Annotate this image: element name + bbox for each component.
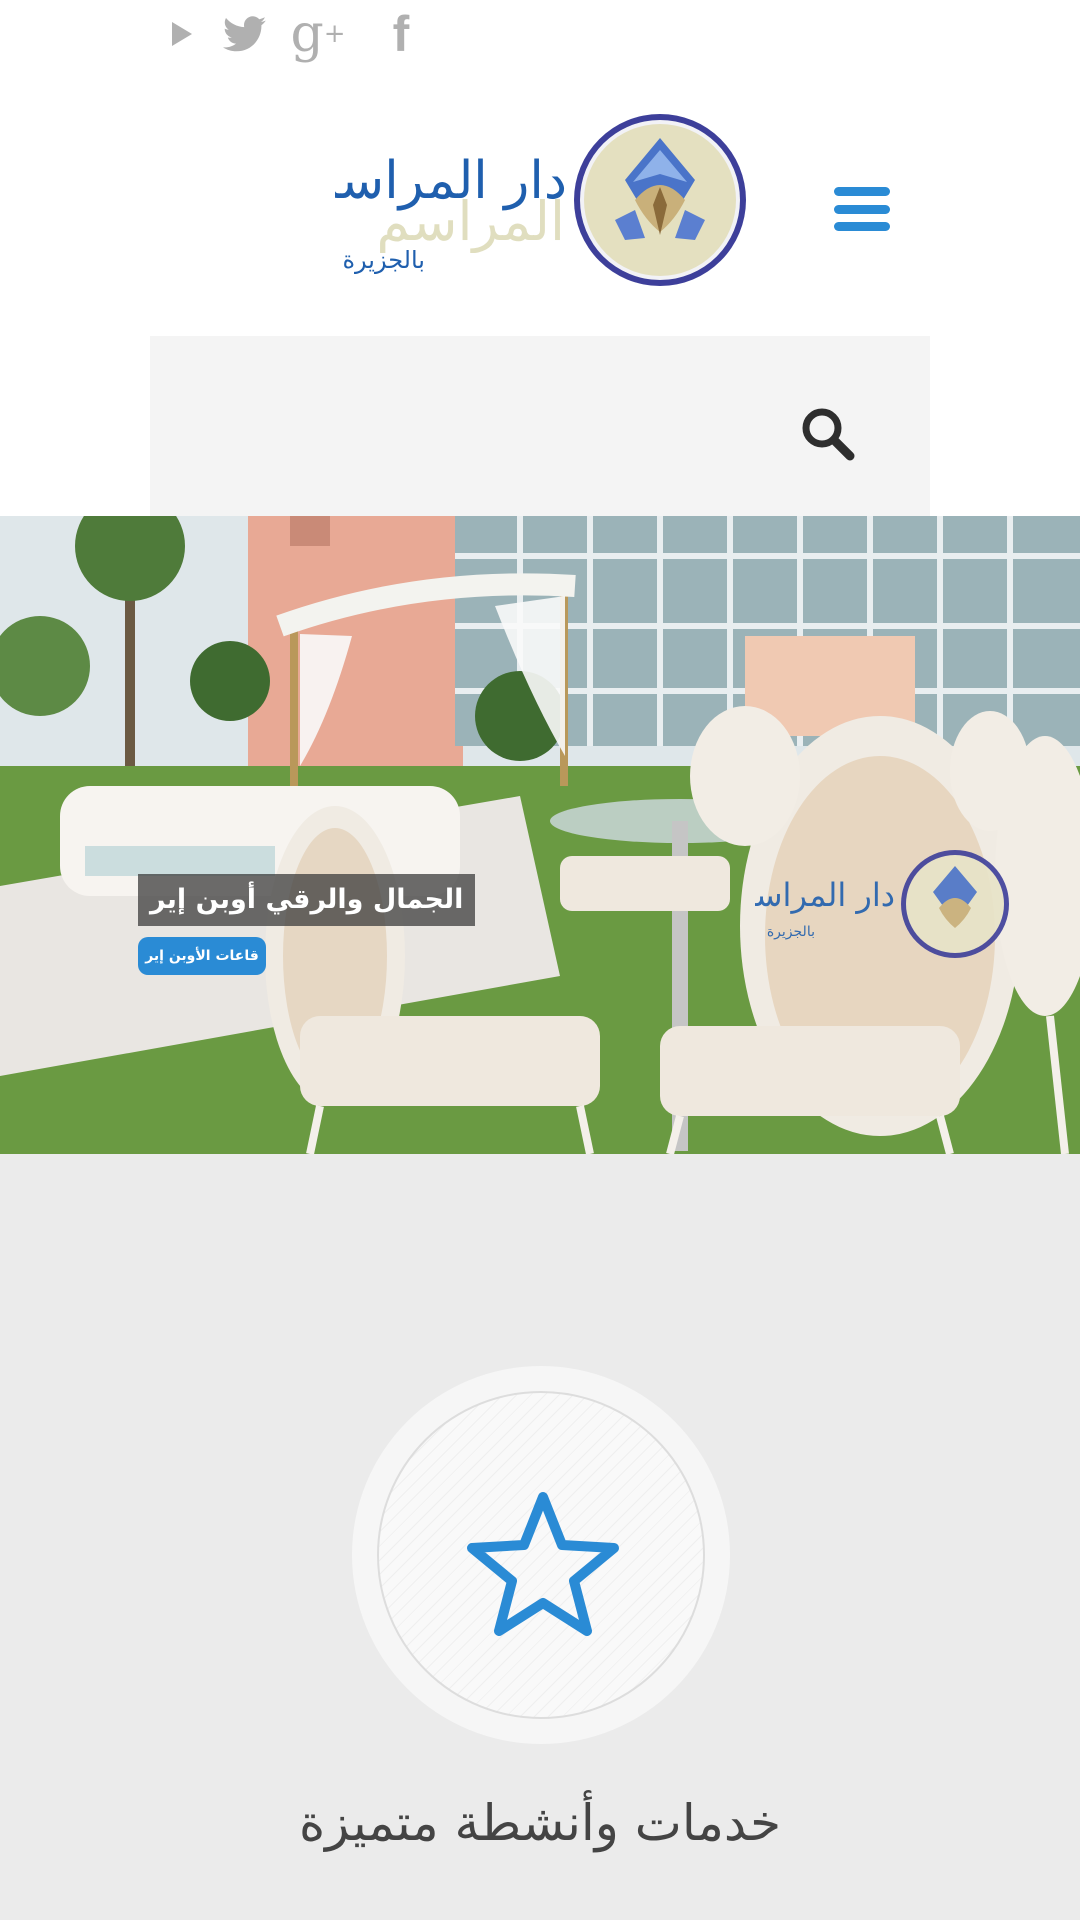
star-icon bbox=[467, 1492, 619, 1636]
site-header: دار المراسم المراسم بالجزيرة bbox=[0, 75, 1080, 335]
svg-text:المراسم: المراسم bbox=[376, 190, 565, 253]
site-logo[interactable]: دار المراسم المراسم بالجزيرة bbox=[306, 110, 747, 290]
facebook-icon[interactable]: f bbox=[384, 6, 418, 62]
menu-bar-3 bbox=[834, 222, 890, 231]
svg-text:بالجزيرة: بالجزيرة bbox=[342, 246, 425, 274]
feature-title: خدمات وأنشطة متميزة bbox=[298, 1794, 782, 1852]
svg-text:دار المراسم: دار المراسم bbox=[755, 876, 895, 914]
hero-image bbox=[0, 516, 1080, 1154]
twitter-icon[interactable] bbox=[222, 8, 268, 60]
google-plus-icon[interactable]: g + bbox=[288, 8, 348, 60]
search-area[interactable] bbox=[150, 336, 930, 516]
youtube-icon[interactable] bbox=[166, 8, 198, 60]
hero-watermark-logo: دار المراسم بالجزيرة bbox=[734, 846, 1015, 964]
hero-slider: دار المراسم بالجزيرة الجمال والرقي أوبن … bbox=[0, 516, 1080, 1154]
feature-icon-circle bbox=[352, 1366, 730, 1744]
menu-bar-2 bbox=[834, 204, 890, 214]
menu-bar-1 bbox=[834, 187, 890, 196]
hero-cta-button[interactable]: قاعات الأوبن إير bbox=[138, 937, 266, 975]
svg-text:بالجزيرة: بالجزيرة bbox=[767, 924, 815, 940]
social-bar: g + f bbox=[0, 0, 1080, 75]
hero-title: الجمال والرقي أوبن إير bbox=[138, 874, 476, 926]
features-section: خدمات وأنشطة متميزة bbox=[0, 1154, 1080, 1920]
feature-icon-inner bbox=[377, 1391, 705, 1719]
hamburger-menu-icon[interactable] bbox=[834, 187, 890, 231]
search-icon[interactable] bbox=[800, 406, 856, 462]
